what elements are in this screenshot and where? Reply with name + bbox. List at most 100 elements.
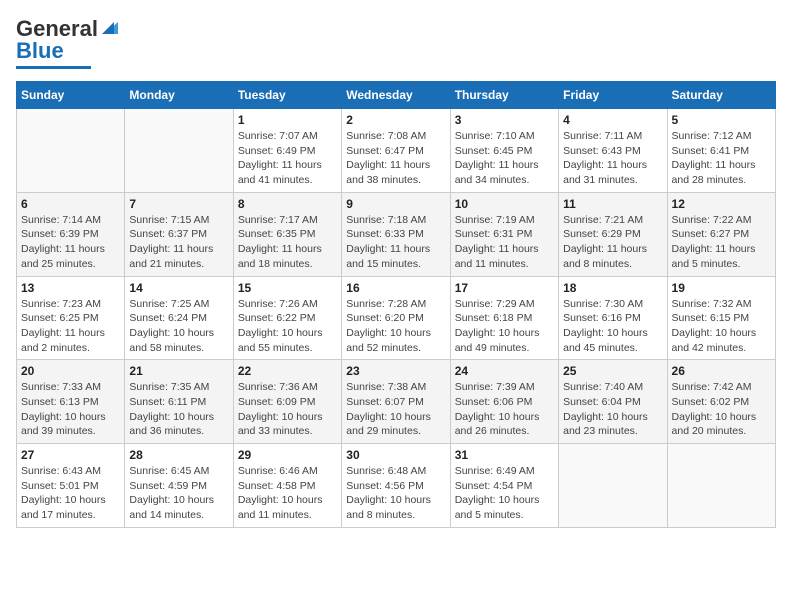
- day-number: 13: [21, 281, 120, 295]
- calendar-week-5: 27 Sunrise: 6:43 AMSunset: 5:01 PMDayligh…: [17, 444, 776, 528]
- day-number: 26: [672, 364, 771, 378]
- calendar-cell: 1Sunrise: 7:07 AMSunset: 6:49 PMDaylight…: [233, 109, 341, 193]
- day-info: Sunrise: 6:43 AMSunset: 5:01 PMDaylight:…: [21, 464, 120, 523]
- calendar-cell: 29 Sunrise: 6:46 AMSunset: 4:58 PMDayligh…: [233, 444, 341, 528]
- day-number: 8: [238, 197, 337, 211]
- calendar-cell: 5Sunrise: 7:12 AMSunset: 6:41 PMDaylight…: [667, 109, 775, 193]
- day-info: Sunrise: 7:19 AMSunset: 6:31 PMDaylight:…: [455, 213, 554, 272]
- day-info: Sunrise: 7:40 AMSunset: 6:04 PMDaylight:…: [563, 380, 662, 439]
- day-number: 31: [455, 448, 554, 462]
- day-info: Sunrise: 7:28 AMSunset: 6:20 PMDaylight:…: [346, 297, 445, 356]
- day-number: 27: [21, 448, 120, 462]
- day-number: 30: [346, 448, 445, 462]
- day-info: Sunrise: 6:46 AMSunset: 4:58 PMDaylight:…: [238, 464, 337, 523]
- calendar-cell: 17 Sunrise: 7:29 AMSunset: 6:18 PMDayligh…: [450, 276, 558, 360]
- day-number: 10: [455, 197, 554, 211]
- day-number: 6: [21, 197, 120, 211]
- logo-text-blue: Blue: [16, 38, 64, 64]
- calendar-cell: 28 Sunrise: 6:45 AMSunset: 4:59 PMDayligh…: [125, 444, 233, 528]
- calendar-body: 1Sunrise: 7:07 AMSunset: 6:49 PMDaylight…: [17, 109, 776, 528]
- calendar-cell: 13 Sunrise: 7:23 AMSunset: 6:25 PMDayligh…: [17, 276, 125, 360]
- calendar-cell: 26 Sunrise: 7:42 AMSunset: 6:02 PMDayligh…: [667, 360, 775, 444]
- day-number: 16: [346, 281, 445, 295]
- day-number: 28: [129, 448, 228, 462]
- calendar-cell: 30 Sunrise: 6:48 AMSunset: 4:56 PMDayligh…: [342, 444, 450, 528]
- day-info: Sunrise: 7:33 AMSunset: 6:13 PMDaylight:…: [21, 380, 120, 439]
- calendar-cell: 16 Sunrise: 7:28 AMSunset: 6:20 PMDayligh…: [342, 276, 450, 360]
- calendar-table: SundayMondayTuesdayWednesdayThursdayFrid…: [16, 81, 776, 528]
- calendar-cell: 18 Sunrise: 7:30 AMSunset: 6:16 PMDayligh…: [559, 276, 667, 360]
- day-info: Sunrise: 7:12 AMSunset: 6:41 PMDaylight:…: [672, 129, 771, 188]
- calendar-cell: 20 Sunrise: 7:33 AMSunset: 6:13 PMDayligh…: [17, 360, 125, 444]
- day-number: 19: [672, 281, 771, 295]
- calendar-cell: 19 Sunrise: 7:32 AMSunset: 6:15 PMDayligh…: [667, 276, 775, 360]
- calendar-cell: 11Sunrise: 7:21 AMSunset: 6:29 PMDayligh…: [559, 192, 667, 276]
- weekday-header-sunday: Sunday: [17, 82, 125, 109]
- calendar-cell: 4 Sunrise: 7:11 AMSunset: 6:43 PMDaylight…: [559, 109, 667, 193]
- day-number: 2: [346, 113, 445, 127]
- day-info: Sunrise: 7:32 AMSunset: 6:15 PMDaylight:…: [672, 297, 771, 356]
- calendar-cell: [125, 109, 233, 193]
- calendar-cell: 2 Sunrise: 7:08 AMSunset: 6:47 PMDaylight…: [342, 109, 450, 193]
- day-info: Sunrise: 7:18 AMSunset: 6:33 PMDaylight:…: [346, 213, 445, 272]
- day-info: Sunrise: 6:49 AMSunset: 4:54 PMDaylight:…: [455, 464, 554, 523]
- day-number: 22: [238, 364, 337, 378]
- day-number: 3: [455, 113, 554, 127]
- day-info: Sunrise: 7:38 AMSunset: 6:07 PMDaylight:…: [346, 380, 445, 439]
- day-info: Sunrise: 7:36 AMSunset: 6:09 PMDaylight:…: [238, 380, 337, 439]
- day-number: 29: [238, 448, 337, 462]
- day-number: 4: [563, 113, 662, 127]
- day-info: Sunrise: 6:45 AMSunset: 4:59 PMDaylight:…: [129, 464, 228, 523]
- calendar-week-3: 13 Sunrise: 7:23 AMSunset: 6:25 PMDayligh…: [17, 276, 776, 360]
- day-number: 18: [563, 281, 662, 295]
- calendar-cell: 27 Sunrise: 6:43 AMSunset: 5:01 PMDayligh…: [17, 444, 125, 528]
- day-number: 7: [129, 197, 228, 211]
- weekday-header-row: SundayMondayTuesdayWednesdayThursdayFrid…: [17, 82, 776, 109]
- page-header: General Blue: [16, 16, 776, 69]
- day-number: 25: [563, 364, 662, 378]
- calendar-cell: 9 Sunrise: 7:18 AMSunset: 6:33 PMDaylight…: [342, 192, 450, 276]
- calendar-cell: 3 Sunrise: 7:10 AMSunset: 6:45 PMDaylight…: [450, 109, 558, 193]
- day-info: Sunrise: 7:39 AMSunset: 6:06 PMDaylight:…: [455, 380, 554, 439]
- weekday-header-thursday: Thursday: [450, 82, 558, 109]
- day-number: 9: [346, 197, 445, 211]
- day-number: 17: [455, 281, 554, 295]
- calendar-cell: [667, 444, 775, 528]
- day-number: 11: [563, 197, 662, 211]
- calendar-cell: 22 Sunrise: 7:36 AMSunset: 6:09 PMDayligh…: [233, 360, 341, 444]
- calendar-week-4: 20 Sunrise: 7:33 AMSunset: 6:13 PMDayligh…: [17, 360, 776, 444]
- calendar-week-1: 1Sunrise: 7:07 AMSunset: 6:49 PMDaylight…: [17, 109, 776, 193]
- weekday-header-monday: Monday: [125, 82, 233, 109]
- calendar-cell: 23Sunrise: 7:38 AMSunset: 6:07 PMDayligh…: [342, 360, 450, 444]
- calendar-cell: 31 Sunrise: 6:49 AMSunset: 4:54 PMDayligh…: [450, 444, 558, 528]
- weekday-header-saturday: Saturday: [667, 82, 775, 109]
- logo: General Blue: [16, 16, 118, 69]
- calendar-cell: [559, 444, 667, 528]
- calendar-cell: 7Sunrise: 7:15 AMSunset: 6:37 PMDaylight…: [125, 192, 233, 276]
- calendar-cell: 25 Sunrise: 7:40 AMSunset: 6:04 PMDayligh…: [559, 360, 667, 444]
- weekday-header-friday: Friday: [559, 82, 667, 109]
- day-info: Sunrise: 7:07 AMSunset: 6:49 PMDaylight:…: [238, 129, 337, 188]
- day-number: 21: [129, 364, 228, 378]
- day-info: Sunrise: 7:35 AMSunset: 6:11 PMDaylight:…: [129, 380, 228, 439]
- calendar-cell: [17, 109, 125, 193]
- day-info: Sunrise: 7:08 AMSunset: 6:47 PMDaylight:…: [346, 129, 445, 188]
- calendar-cell: 10 Sunrise: 7:19 AMSunset: 6:31 PMDayligh…: [450, 192, 558, 276]
- day-number: 14: [129, 281, 228, 295]
- day-info: Sunrise: 7:22 AMSunset: 6:27 PMDaylight:…: [672, 213, 771, 272]
- day-info: Sunrise: 7:23 AMSunset: 6:25 PMDaylight:…: [21, 297, 120, 356]
- calendar-cell: 21 Sunrise: 7:35 AMSunset: 6:11 PMDayligh…: [125, 360, 233, 444]
- day-info: Sunrise: 7:11 AMSunset: 6:43 PMDaylight:…: [563, 129, 662, 188]
- day-info: Sunrise: 6:48 AMSunset: 4:56 PMDaylight:…: [346, 464, 445, 523]
- day-info: Sunrise: 7:14 AMSunset: 6:39 PMDaylight:…: [21, 213, 120, 272]
- day-info: Sunrise: 7:25 AMSunset: 6:24 PMDaylight:…: [129, 297, 228, 356]
- day-number: 15: [238, 281, 337, 295]
- day-info: Sunrise: 7:29 AMSunset: 6:18 PMDaylight:…: [455, 297, 554, 356]
- day-info: Sunrise: 7:42 AMSunset: 6:02 PMDaylight:…: [672, 380, 771, 439]
- day-number: 20: [21, 364, 120, 378]
- calendar-cell: 15Sunrise: 7:26 AMSunset: 6:22 PMDayligh…: [233, 276, 341, 360]
- calendar-cell: 8Sunrise: 7:17 AMSunset: 6:35 PMDaylight…: [233, 192, 341, 276]
- day-number: 24: [455, 364, 554, 378]
- day-info: Sunrise: 7:30 AMSunset: 6:16 PMDaylight:…: [563, 297, 662, 356]
- day-info: Sunrise: 7:10 AMSunset: 6:45 PMDaylight:…: [455, 129, 554, 188]
